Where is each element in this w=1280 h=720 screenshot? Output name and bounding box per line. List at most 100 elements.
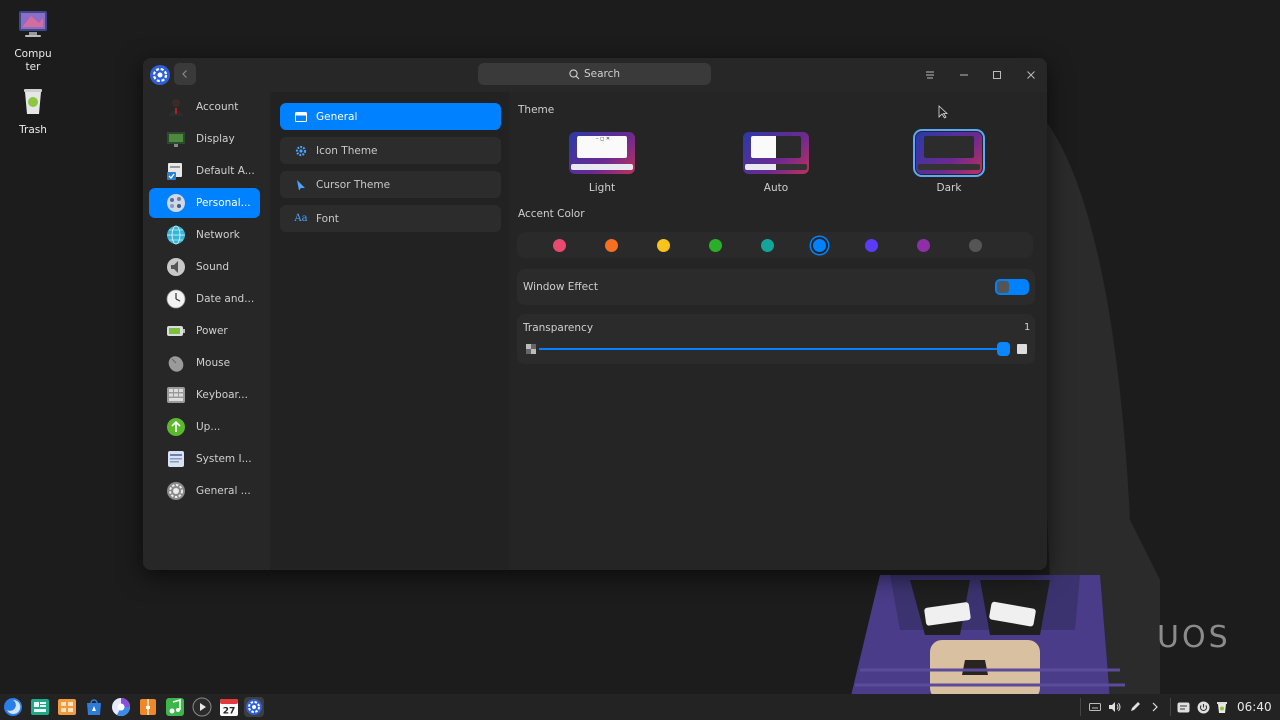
sidebar-item-mouse[interactable]: Mouse bbox=[149, 348, 260, 378]
transparency-slider-track[interactable] bbox=[539, 348, 1005, 350]
accent-color-swatch[interactable] bbox=[553, 239, 566, 252]
sidebar-item-label: General ... bbox=[196, 485, 251, 497]
battery-icon bbox=[167, 326, 185, 336]
search-input[interactable]: Search bbox=[478, 63, 711, 85]
font-icon: Aa bbox=[294, 213, 308, 224]
taskbar-control-center[interactable] bbox=[244, 697, 264, 717]
sidebar-item-display[interactable]: Display bbox=[149, 124, 260, 154]
taskbar-archive[interactable] bbox=[138, 697, 158, 717]
taskbar-file-manager[interactable] bbox=[57, 697, 77, 717]
sidebar-item-label: Default A... bbox=[196, 165, 255, 177]
computer-icon bbox=[19, 11, 47, 37]
tray-pen[interactable] bbox=[1127, 699, 1143, 715]
transparency-slider-handle[interactable] bbox=[997, 342, 1010, 356]
tray-power[interactable] bbox=[1195, 699, 1211, 715]
tray-expand[interactable] bbox=[1147, 699, 1163, 715]
accent-color-swatch[interactable] bbox=[709, 239, 722, 252]
search-icon bbox=[569, 68, 580, 79]
menu-icon bbox=[926, 71, 934, 79]
theme-option-light[interactable]: – ◻ ✕ Light bbox=[565, 132, 639, 194]
accent-color-swatch[interactable] bbox=[813, 239, 826, 252]
sidebar-item-update[interactable]: Up... bbox=[149, 412, 260, 442]
transparency-value: 1 bbox=[1024, 322, 1031, 333]
general-settings-icon bbox=[167, 482, 185, 500]
menu-button[interactable] bbox=[919, 64, 941, 86]
theme-option-auto[interactable]: Auto bbox=[739, 132, 813, 194]
display-icon bbox=[167, 132, 185, 147]
theme-option-dark[interactable]: Dark bbox=[912, 129, 986, 194]
window-effect-toggle[interactable] bbox=[995, 279, 1029, 295]
accent-color-swatch[interactable] bbox=[917, 239, 930, 252]
control-center-window: Search Account Display Default A... Pers… bbox=[143, 58, 1047, 570]
sidebar-item-label: Network bbox=[196, 229, 240, 241]
sidebar: Account Display Default A... Personal...… bbox=[143, 92, 269, 570]
subnav-item-font[interactable]: Aa Font bbox=[280, 205, 501, 232]
close-button[interactable] bbox=[1020, 64, 1042, 86]
calendar-icon: 27 bbox=[220, 699, 238, 717]
taskbar-launcher[interactable] bbox=[3, 697, 23, 717]
maximize-icon bbox=[993, 71, 1001, 79]
desktop-trash[interactable]: Trash bbox=[0, 84, 66, 137]
accent-color-swatch[interactable] bbox=[605, 239, 618, 252]
back-button[interactable] bbox=[174, 63, 196, 85]
taskbar-video-player[interactable] bbox=[192, 697, 212, 717]
tray-notification[interactable] bbox=[1175, 699, 1191, 715]
sidebar-item-date-time[interactable]: Date and... bbox=[149, 284, 260, 314]
sidebar-item-account[interactable]: Account bbox=[149, 92, 260, 122]
subnav-item-icon-theme[interactable]: Icon Theme bbox=[280, 137, 501, 164]
desktop-computer[interactable]: Compu ter bbox=[0, 8, 66, 74]
taskbar-browser[interactable] bbox=[111, 697, 131, 717]
subnav-item-label: Font bbox=[316, 212, 339, 225]
tray-divider bbox=[1170, 698, 1171, 716]
minimize-button[interactable] bbox=[953, 64, 975, 86]
pen-icon bbox=[1131, 702, 1140, 711]
sidebar-item-label: Up... bbox=[196, 421, 221, 433]
default-apps-icon bbox=[167, 163, 182, 180]
tray-volume[interactable] bbox=[1107, 699, 1123, 715]
taskbar-music[interactable] bbox=[165, 697, 185, 717]
window-effect-row: Window Effect bbox=[517, 269, 1035, 305]
sidebar-item-sound[interactable]: Sound bbox=[149, 252, 260, 282]
theme-section-title: Theme bbox=[518, 104, 555, 116]
close-icon bbox=[1027, 71, 1035, 79]
control-center-icon bbox=[246, 699, 262, 715]
tray-divider bbox=[1080, 698, 1081, 716]
volume-icon bbox=[1109, 702, 1121, 712]
accent-color-swatch[interactable] bbox=[865, 239, 878, 252]
sidebar-item-general-settings[interactable]: General ... bbox=[149, 476, 260, 506]
tray-trash[interactable] bbox=[1214, 699, 1230, 715]
taskbar-calendar[interactable]: 27 bbox=[219, 697, 239, 717]
taskbar-app-store[interactable] bbox=[84, 697, 104, 717]
accent-color-swatch[interactable] bbox=[761, 239, 774, 252]
subnav-item-cursor-theme[interactable]: Cursor Theme bbox=[280, 171, 501, 198]
maximize-button[interactable] bbox=[986, 64, 1008, 86]
power-icon bbox=[1197, 701, 1209, 713]
accent-color-swatch[interactable] bbox=[969, 239, 982, 252]
sidebar-item-label: System I... bbox=[196, 453, 252, 465]
sidebar-item-label: Sound bbox=[196, 261, 230, 273]
multitask-view-icon bbox=[31, 699, 49, 715]
sidebar-item-power[interactable]: Power bbox=[149, 316, 260, 346]
subnav-item-general[interactable]: General bbox=[280, 103, 501, 130]
sidebar-item-personalization[interactable]: Personal... bbox=[149, 188, 260, 218]
sidebar-item-label: Personal... bbox=[196, 197, 251, 209]
sound-icon bbox=[167, 258, 185, 276]
chevron-left-icon bbox=[182, 70, 187, 78]
general-settings-content: Theme – ◻ ✕ Light Auto Dark Accent Color… bbox=[509, 92, 1047, 570]
uos-watermark: UOS bbox=[1157, 620, 1231, 655]
window-effect-label: Window Effect bbox=[523, 281, 598, 293]
sidebar-item-network[interactable]: Network bbox=[149, 220, 260, 250]
minimize-icon bbox=[960, 74, 968, 76]
accent-color-swatch[interactable] bbox=[657, 239, 670, 252]
titlebar: Search bbox=[143, 58, 1047, 92]
sidebar-item-label: Account bbox=[196, 101, 239, 113]
sidebar-item-system-info[interactable]: System I... bbox=[149, 444, 260, 474]
taskbar-clock[interactable]: 06:40 bbox=[1237, 700, 1272, 714]
sidebar-item-label: Display bbox=[196, 133, 235, 145]
personalization-subnav: General Icon Theme Cursor Theme Aa Font bbox=[271, 92, 509, 570]
tray-keyboard-layout[interactable] bbox=[1087, 699, 1103, 715]
taskbar-multitask[interactable] bbox=[30, 697, 50, 717]
sidebar-item-default-apps[interactable]: Default A... bbox=[149, 156, 260, 186]
cursor-icon bbox=[294, 178, 308, 192]
sidebar-item-keyboard[interactable]: Keyboar... bbox=[149, 380, 260, 410]
